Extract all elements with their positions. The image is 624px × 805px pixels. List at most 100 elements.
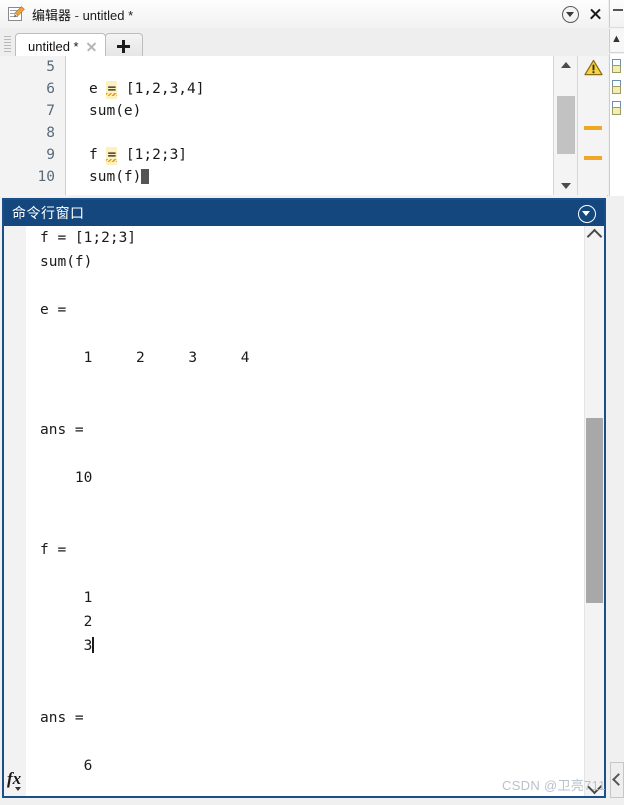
output-text: 3 — [40, 638, 93, 654]
editor-code-area[interactable]: e = [1,2,3,4] sum(e) f = [1;2;3] sum(f) — [67, 56, 552, 195]
fx-label: fx — [7, 769, 22, 788]
code-text: f — [89, 147, 107, 163]
chevron-down-icon[interactable] — [585, 778, 604, 796]
code-line: e = [1,2,3,4] — [67, 78, 552, 100]
line-number: 9 — [46, 147, 55, 163]
code-text: [1;2;3] — [117, 147, 188, 163]
list-item[interactable] — [610, 100, 624, 115]
command-scrollbar-thumb[interactable] — [586, 418, 603, 603]
editor-pencil-icon — [7, 5, 25, 23]
command-window-titlebar: 命令行窗口 — [4, 200, 604, 226]
line-number: 8 — [46, 125, 55, 141]
editor-text-cursor — [141, 169, 150, 184]
mlint-warning-marker[interactable] — [584, 126, 602, 130]
line-number: 7 — [46, 103, 55, 119]
new-tab-button[interactable] — [104, 33, 143, 58]
output-line: 10 — [40, 470, 93, 486]
list-item[interactable] — [610, 58, 624, 73]
scroll-up-arrow-icon[interactable] — [554, 56, 578, 74]
close-icon[interactable] — [588, 7, 602, 22]
command-window-vertical-scrollbar[interactable] — [584, 226, 604, 796]
workspace-panel-edge: ▲ — [609, 0, 624, 196]
chevron-down-circle-icon[interactable] — [562, 5, 579, 23]
fx-function-browser-icon[interactable]: fx — [6, 769, 26, 792]
editor-vertical-scrollbar[interactable] — [553, 56, 577, 195]
editor-title-cn: 编辑器 — [32, 7, 72, 23]
editor-window: 编辑器 - untitled * untitled * 5 6 7 8 9 10… — [0, 0, 608, 196]
editor-mlint-indicator-strip[interactable] — [577, 56, 608, 195]
output-line: 1 2 3 4 — [40, 350, 250, 366]
editor-body: 5 6 7 8 9 10 e = [1,2,3,4] sum(e) f = [1… — [0, 56, 608, 195]
plus-icon — [117, 39, 131, 53]
chevron-up-icon[interactable] — [585, 226, 604, 244]
line-number: 10 — [37, 169, 55, 185]
editor-title-separator: - — [71, 7, 83, 23]
output-line-with-cursor: 3 — [27, 634, 584, 658]
tab-close-icon[interactable] — [86, 41, 97, 52]
command-window-output[interactable]: f = [1;2;3] sum(f) e = 1 2 3 4 ans = 10 … — [27, 226, 584, 796]
code-line: sum(f) — [67, 166, 552, 188]
editor-tabstrip: untitled * — [0, 28, 608, 58]
output-line: f = [1;2;3] — [40, 230, 137, 246]
chevron-down-circle-icon[interactable] — [578, 205, 596, 223]
code-text: sum(e) — [89, 103, 142, 119]
editor-scrollbar-thumb[interactable] — [557, 96, 575, 154]
editor-line-number-gutter: 5 6 7 8 9 10 — [0, 56, 66, 195]
matlab-ide-window: 编辑器 - untitled * untitled * 5 6 7 8 9 10… — [0, 0, 624, 805]
editor-titlebar-buttons — [562, 0, 602, 28]
chevron-left-icon — [612, 773, 624, 786]
line-number: 6 — [46, 81, 55, 97]
mlint-warning-marker[interactable] — [584, 156, 602, 160]
code-text: sum(f) — [89, 169, 142, 185]
editor-title: 编辑器 - untitled * — [32, 5, 133, 24]
editor-titlebar: 编辑器 - untitled * — [0, 0, 608, 29]
command-window: 命令行窗口 fx f = [1;2;3] sum(f) e = 1 2 3 4 — [2, 198, 606, 798]
command-window-title: 命令行窗口 — [12, 205, 85, 221]
output-line: 2 — [40, 614, 93, 630]
scroll-down-arrow-icon[interactable] — [554, 177, 578, 195]
list-item[interactable] — [610, 79, 624, 94]
workspace-variable-list[interactable] — [609, 54, 624, 196]
assignment-warning-highlight: = — [106, 81, 118, 99]
minimize-icon[interactable] — [613, 9, 623, 11]
workspace-column-header: ▲ — [609, 29, 624, 53]
outer-scroll-left-button[interactable] — [610, 762, 624, 798]
output-line: ans = — [40, 422, 84, 438]
bottom-strip — [0, 798, 624, 805]
assignment-warning-highlight: = — [106, 147, 118, 165]
pencil-glyph — [13, 5, 25, 17]
tab-label: untitled * — [28, 38, 79, 54]
workspace-panel-titlebar — [609, 0, 624, 28]
chevron-down-icon — [15, 787, 21, 791]
column-sort-icon: ▲ — [611, 33, 622, 45]
warning-triangle-icon[interactable] — [584, 59, 603, 76]
output-line: f = — [40, 542, 67, 558]
tab-untitled[interactable]: untitled * — [15, 33, 106, 58]
code-text: [1,2,3,4] — [117, 81, 205, 97]
code-text: e — [89, 81, 107, 97]
command-window-left-gutter: fx — [4, 226, 27, 796]
output-line: 6 — [40, 758, 93, 774]
command-window-body: fx f = [1;2;3] sum(f) e = 1 2 3 4 ans = … — [4, 226, 604, 796]
output-line: 1 — [40, 590, 93, 606]
line-number: 5 — [46, 59, 55, 75]
outer-right-margin — [607, 198, 624, 805]
code-line: sum(e) — [67, 100, 552, 122]
code-line: f = [1;2;3] — [67, 144, 552, 166]
editor-title-filename: untitled * — [82, 7, 134, 23]
tabstrip-grip-handle[interactable] — [4, 36, 11, 54]
command-window-text-cursor — [92, 637, 94, 653]
output-line: sum(f) — [40, 254, 93, 270]
